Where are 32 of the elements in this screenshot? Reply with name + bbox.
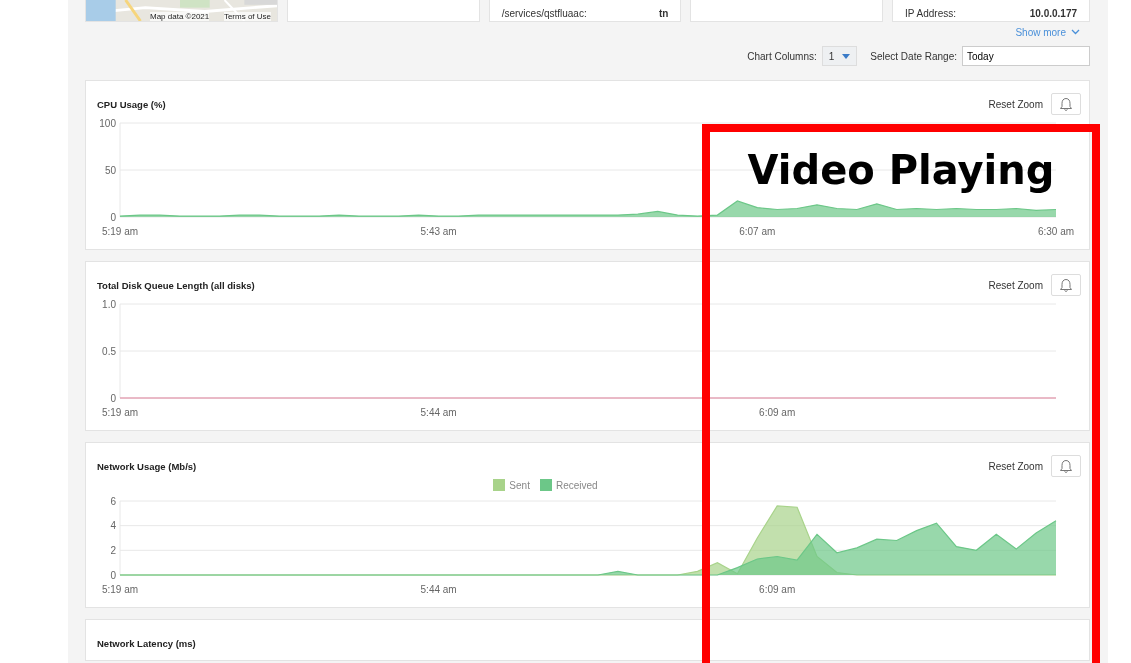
axis-label: 100 [99, 117, 116, 129]
chart-title: CPU Usage (%) [97, 98, 167, 110]
axis-label: 5:43 am [420, 226, 457, 237]
columns-label: Chart Columns: [747, 50, 817, 62]
axis-label: 0 [110, 392, 116, 404]
chart-title: Total Disk Queue Length (all disks) [97, 279, 256, 291]
field-value: 10.0.0.177 [1029, 8, 1077, 19]
chart-title: Network Latency (ms) [97, 637, 197, 649]
axis-label: 5:44 am [420, 584, 457, 595]
axis-label: 5:19 am [101, 407, 139, 418]
axis-label: 5:19 am [101, 226, 139, 237]
axis-label: 2 [110, 544, 116, 556]
axis-label: 6 [110, 495, 116, 507]
axis-label: 5:44 am [420, 407, 457, 418]
axis-label: 6:07 am [739, 226, 776, 237]
axis-label: 6:09 am [759, 407, 796, 418]
axis-label: 1.0 [102, 298, 116, 310]
axis-label: 50 [104, 164, 116, 176]
chart-title: Network Usage (Mb/s) [97, 460, 198, 472]
axis-label: 4 [110, 520, 116, 532]
map-attribution: Map data ©2021 [150, 12, 210, 21]
axis-label: 0 [110, 211, 116, 223]
annotation-text: Video Playing [747, 146, 1055, 194]
field-value: tn [658, 8, 669, 19]
date-range-label: Select Date Range: [870, 50, 957, 62]
axis-label: 0 [110, 569, 116, 581]
axis-label: 6:30 am [1037, 226, 1075, 237]
field-label: /services/qstfluaac: [501, 8, 587, 19]
axis-label: 0.5 [102, 345, 116, 357]
axis-label: 6:09 am [759, 584, 796, 595]
field-label: IP Address: [905, 8, 956, 19]
axis-label: 5:19 am [101, 584, 139, 595]
